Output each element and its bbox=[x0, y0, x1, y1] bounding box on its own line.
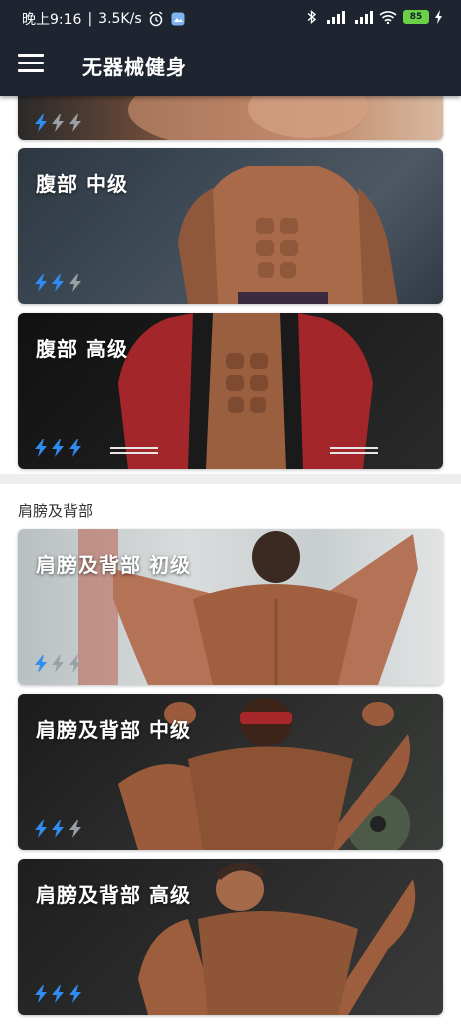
lightning-bolt-icon bbox=[35, 820, 47, 838]
lightning-bolt-icon bbox=[35, 274, 47, 292]
signal-hd-icon bbox=[323, 10, 345, 24]
difficulty-rating bbox=[34, 274, 82, 292]
difficulty-rating bbox=[34, 114, 82, 132]
lightning-bolt-icon bbox=[52, 655, 64, 673]
status-separator: | bbox=[87, 11, 93, 27]
lightning-bolt-icon bbox=[35, 114, 47, 132]
wifi-icon bbox=[379, 10, 397, 24]
app-bar: 无器械健身 bbox=[0, 36, 461, 96]
lightning-bolt-icon bbox=[52, 820, 64, 838]
lightning-bolt-icon bbox=[52, 274, 64, 292]
lightning-bolt-icon bbox=[69, 985, 81, 1003]
workout-card-abs-beginner[interactable] bbox=[18, 96, 443, 140]
lightning-bolt-icon bbox=[52, 114, 64, 132]
alarm-icon bbox=[148, 11, 164, 27]
workout-card-title: 腹部 高级 bbox=[36, 337, 128, 361]
difficulty-rating bbox=[34, 820, 82, 838]
workout-card-abs-intermediate[interactable]: 腹部 中级 bbox=[18, 148, 443, 304]
workout-list[interactable]: 腹部 中级 腹部 高级 肩膀及背部 肩膀及背部 初级 肩膀及背部 中级 肩膀及背… bbox=[0, 96, 461, 1024]
page-title: 无器械健身 bbox=[82, 55, 187, 79]
lightning-bolt-icon bbox=[69, 439, 81, 457]
status-bar: 晚上9:16 | 3.5K/s 85 bbox=[0, 0, 461, 36]
difficulty-rating bbox=[34, 439, 82, 457]
app-badge-icon bbox=[170, 11, 186, 27]
workout-card-title: 腹部 中级 bbox=[36, 172, 128, 196]
lightning-bolt-icon bbox=[35, 439, 47, 457]
workout-card-title: 肩膀及背部 高级 bbox=[36, 883, 191, 907]
lightning-bolt-icon bbox=[69, 655, 81, 673]
difficulty-rating bbox=[34, 985, 82, 1003]
lightning-bolt-icon bbox=[35, 655, 47, 673]
signal-hd-icon bbox=[351, 10, 373, 24]
workout-card-shoulders-back-beginner[interactable]: 肩膀及背部 初级 bbox=[18, 529, 443, 685]
workout-card-title: 肩膀及背部 初级 bbox=[36, 553, 191, 577]
lightning-bolt-icon bbox=[52, 439, 64, 457]
lightning-bolt-icon bbox=[35, 985, 47, 1003]
lightning-bolt-icon bbox=[69, 820, 81, 838]
battery-icon: 85 bbox=[403, 10, 429, 24]
section-divider bbox=[0, 474, 461, 484]
lightning-bolt-icon bbox=[69, 114, 81, 132]
difficulty-rating bbox=[34, 655, 82, 673]
workout-card-abs-advanced[interactable]: 腹部 高级 bbox=[18, 313, 443, 469]
status-time: 晚上9:16 bbox=[22, 12, 82, 28]
section-title: 肩膀及背部 bbox=[18, 502, 94, 520]
workout-card-shoulders-back-intermediate[interactable]: 肩膀及背部 中级 bbox=[18, 694, 443, 850]
workout-card-title: 肩膀及背部 中级 bbox=[36, 718, 191, 742]
hamburger-menu-icon[interactable] bbox=[18, 54, 44, 76]
status-net-speed: 3.5K/s bbox=[98, 11, 142, 27]
bluetooth-icon bbox=[307, 9, 317, 25]
lightning-bolt-icon bbox=[69, 274, 81, 292]
charging-icon bbox=[435, 10, 443, 24]
workout-card-shoulders-back-advanced[interactable]: 肩膀及背部 高级 bbox=[18, 859, 443, 1015]
lightning-bolt-icon bbox=[52, 985, 64, 1003]
